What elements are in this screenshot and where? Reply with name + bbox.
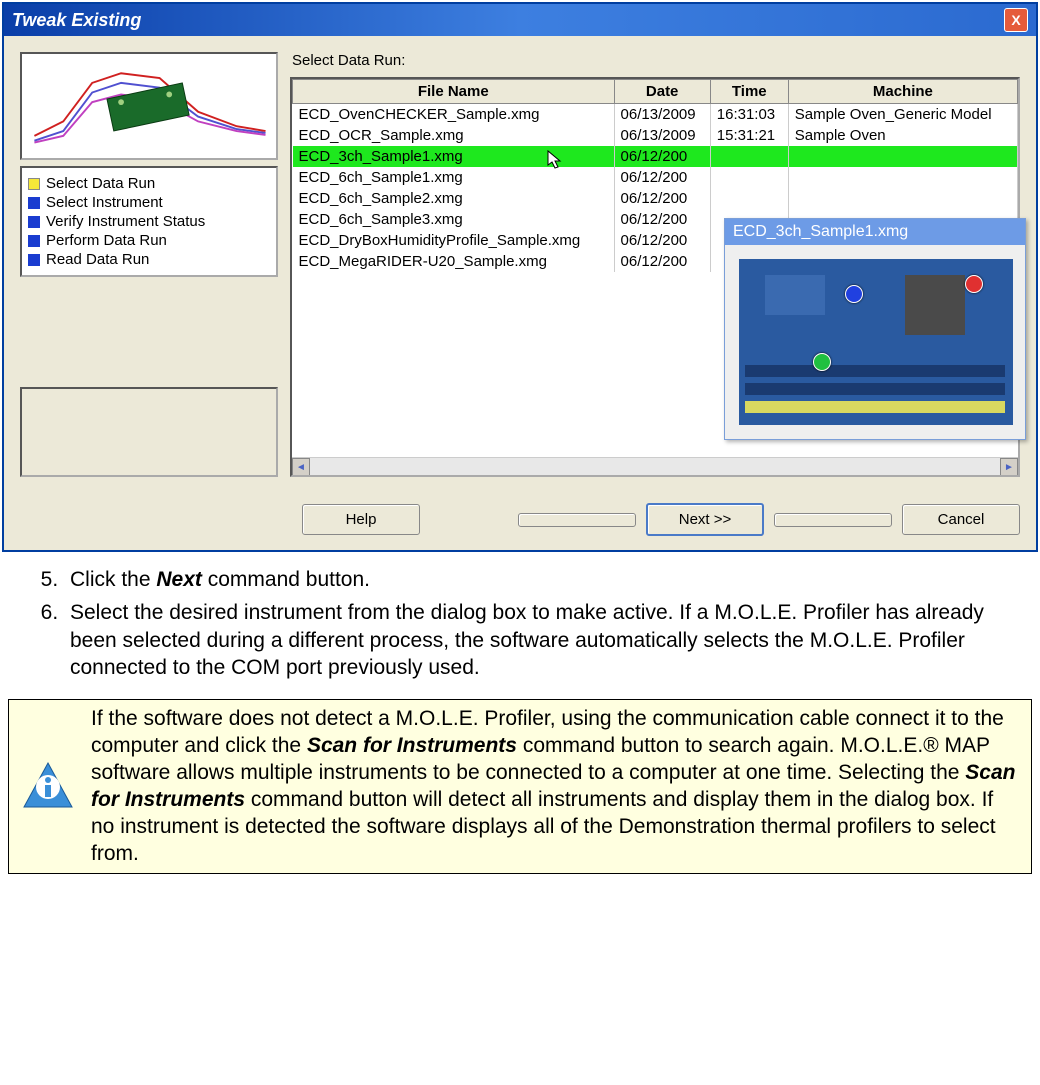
bullet-icon	[28, 235, 40, 247]
bullet-icon	[28, 254, 40, 266]
sensor-dot-blue	[845, 285, 863, 303]
sensor-dot-red	[965, 275, 983, 293]
finish-button	[774, 513, 892, 527]
step-perform-data-run: Perform Data Run	[28, 231, 270, 250]
horizontal-scrollbar[interactable]: ◄ ►	[292, 457, 1018, 475]
close-button[interactable]: X	[1004, 8, 1028, 32]
instruction-step-6: Select the desired instrument from the d…	[64, 599, 1010, 681]
instruction-text: Click the Next command button. Select th…	[0, 554, 1040, 693]
next-button[interactable]: Next >>	[646, 503, 764, 536]
left-column: Select Data Run Select Instrument Verify…	[20, 52, 278, 477]
description-box	[20, 387, 278, 477]
scroll-left-icon[interactable]: ◄	[292, 458, 310, 476]
sensor-dot-green	[813, 353, 831, 371]
table-row[interactable]: ECD_OvenCHECKER_Sample.xmg06/13/200916:3…	[293, 104, 1018, 126]
col-machine[interactable]: Machine	[788, 80, 1017, 104]
table-row[interactable]: ECD_6ch_Sample2.xmg06/12/200	[293, 188, 1018, 209]
step-select-data-run: Select Data Run	[28, 174, 270, 193]
instruction-step-5: Click the Next command button.	[64, 566, 1010, 593]
table-row[interactable]: ECD_3ch_Sample1.xmg06/12/200	[293, 146, 1018, 167]
col-time[interactable]: Time	[710, 80, 788, 104]
button-row: Help Next >> Cancel	[4, 493, 1036, 550]
bullet-icon	[28, 216, 40, 228]
note-text: If the software does not detect a M.O.L.…	[91, 706, 1021, 867]
table-row[interactable]: ECD_6ch_Sample1.xmg06/12/200	[293, 167, 1018, 188]
col-date[interactable]: Date	[614, 80, 710, 104]
back-button	[518, 513, 636, 527]
titlebar[interactable]: Tweak Existing X	[4, 4, 1036, 36]
cancel-button[interactable]: Cancel	[902, 504, 1020, 535]
step-label: Read Data Run	[46, 251, 149, 268]
info-note: If the software does not detect a M.O.L.…	[8, 699, 1032, 874]
pcb-preview-image	[725, 245, 1025, 439]
help-button[interactable]: Help	[302, 504, 420, 535]
bullet-icon	[28, 197, 40, 209]
step-select-instrument: Select Instrument	[28, 193, 270, 212]
tooltip-title: ECD_3ch_Sample1.xmg	[725, 219, 1025, 245]
wizard-steps: Select Data Run Select Instrument Verify…	[20, 166, 278, 277]
chart-thumbnail-icon	[22, 54, 276, 158]
step-label: Verify Instrument Status	[46, 213, 205, 230]
scroll-right-icon[interactable]: ►	[1000, 458, 1018, 476]
preview-tooltip: ECD_3ch_Sample1.xmg	[724, 218, 1026, 440]
preview-thumbnail	[20, 52, 278, 160]
step-label: Perform Data Run	[46, 232, 167, 249]
step-read-data-run: Read Data Run	[28, 250, 270, 269]
close-icon: X	[1011, 12, 1020, 28]
bullet-icon	[28, 178, 40, 190]
table-row[interactable]: ECD_OCR_Sample.xmg06/13/200915:31:21Samp…	[293, 125, 1018, 146]
tweak-existing-dialog: Tweak Existing X Select Da	[2, 2, 1038, 552]
dialog-title: Tweak Existing	[12, 10, 141, 31]
col-file-name[interactable]: File Name	[293, 80, 615, 104]
step-label: Select Data Run	[46, 175, 155, 192]
step-label: Select Instrument	[46, 194, 163, 211]
info-icon	[13, 759, 83, 815]
section-label: Select Data Run:	[290, 52, 1020, 69]
step-verify-instrument-status: Verify Instrument Status	[28, 212, 270, 231]
